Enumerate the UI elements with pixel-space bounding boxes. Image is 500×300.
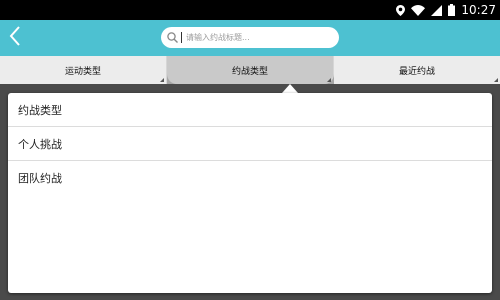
- tab-label: 运动类型: [64, 66, 101, 77]
- tab-sport-type[interactable]: 运动类型: [0, 56, 167, 84]
- tab-label: 约战类型: [231, 66, 268, 77]
- challenge-type-dropdown: 约战类型 个人挑战 团队约战: [8, 93, 492, 293]
- tab-challenge-type[interactable]: 约战类型: [167, 56, 334, 84]
- option-label: 团队约战: [18, 172, 62, 185]
- tab-recent-challenges[interactable]: 最近约战: [334, 56, 500, 84]
- popup-pointer: [282, 84, 298, 93]
- signal-icon: [431, 1, 443, 20]
- tab-label: 最近约战: [398, 66, 435, 77]
- option-label: 约战类型: [18, 103, 62, 117]
- chevron-left-icon: [9, 26, 21, 50]
- filter-tabs: 运动类型 约战类型 最近约战: [0, 56, 500, 84]
- app-header: [0, 20, 500, 56]
- status-icons: 10:27: [396, 0, 496, 20]
- dropdown-corner-icon: [327, 78, 331, 82]
- search-input[interactable]: [186, 29, 336, 46]
- dropdown-corner-icon: [494, 78, 498, 82]
- text-cursor: [181, 32, 182, 43]
- battery-icon: [448, 1, 456, 20]
- option-challenge-type[interactable]: 约战类型: [8, 93, 492, 127]
- location-icon: [396, 1, 406, 20]
- wifi-icon: [411, 1, 426, 20]
- option-individual-challenge[interactable]: 个人挑战: [8, 127, 492, 161]
- search-box[interactable]: [161, 27, 339, 48]
- clock-time: 10:27: [461, 3, 496, 17]
- option-label: 个人挑战: [18, 137, 62, 151]
- back-button[interactable]: [4, 22, 26, 54]
- dropdown-corner-icon: [160, 78, 164, 82]
- status-bar: 10:27: [0, 0, 500, 20]
- search-icon: [167, 28, 178, 47]
- option-team-challenge[interactable]: 团队约战: [8, 161, 492, 195]
